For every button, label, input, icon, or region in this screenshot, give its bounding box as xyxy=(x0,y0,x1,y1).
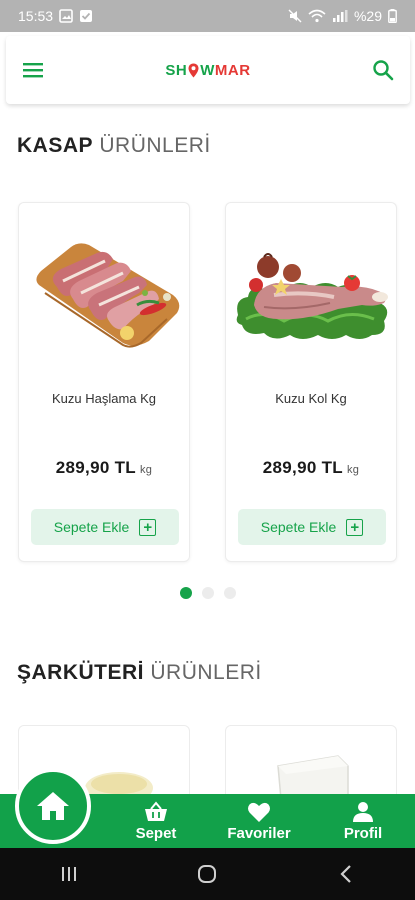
price-unit: kg xyxy=(346,464,360,476)
section-title-kasap: KASAP ÜRÜNLERİ xyxy=(17,134,211,158)
plus-icon: + xyxy=(139,518,157,536)
circle-home-icon xyxy=(198,865,217,883)
menu-button[interactable] xyxy=(20,57,46,83)
nav-item-favoriler[interactable]: Favoriler xyxy=(214,797,304,845)
logo-text-part2: W xyxy=(200,61,215,79)
product-price: 289,90 TL kg xyxy=(226,458,396,478)
search-icon xyxy=(373,60,394,81)
section-title-sarkuteri: ŞARKÜTERİ ÜRÜNLERİ xyxy=(17,661,262,685)
section-title-light: ÜRÜNLERİ xyxy=(150,661,262,684)
carousel-pagination xyxy=(0,587,415,599)
basket-icon xyxy=(145,800,167,821)
add-to-cart-button[interactable]: Sepete Ekle + xyxy=(31,509,179,545)
section-title-light: ÜRÜNLERİ xyxy=(99,134,211,157)
gallery-notification-icon xyxy=(59,9,73,23)
wifi-icon xyxy=(308,9,326,23)
mute-icon xyxy=(288,9,302,23)
battery-icon xyxy=(388,9,397,23)
system-home-button[interactable] xyxy=(187,854,227,894)
back-button[interactable] xyxy=(326,854,366,894)
nav-label: Sepet xyxy=(135,824,177,842)
price-value: 289,90 TL xyxy=(55,458,136,477)
product-price: 289,90 TL kg xyxy=(19,458,189,478)
pagination-dot[interactable] xyxy=(223,587,236,599)
signal-icon xyxy=(332,9,348,23)
nav-item-sepet[interactable]: Sepet xyxy=(111,797,201,845)
back-chevron-icon xyxy=(340,865,351,883)
product-card[interactable]: Kuzu Kol Kg 289,90 TL kg Sepete Ekle + xyxy=(225,202,397,562)
heart-icon xyxy=(248,802,270,822)
section-title-strong: KASAP xyxy=(17,134,94,157)
hamburger-menu-icon xyxy=(23,63,43,78)
price-value: 289,90 TL xyxy=(262,458,343,477)
status-time: 15:53 xyxy=(18,8,54,24)
app-header: SH W MAR xyxy=(6,36,410,104)
add-to-cart-label: Sepete Ekle xyxy=(260,519,337,535)
brand-logo[interactable]: SH W MAR xyxy=(165,62,250,79)
add-to-cart-label: Sepete Ekle xyxy=(53,519,130,535)
nav-label: Favoriler xyxy=(227,824,291,842)
status-bar: 15:53 %29 xyxy=(0,0,415,32)
recent-apps-button[interactable] xyxy=(49,854,89,894)
pagination-dot[interactable] xyxy=(179,587,192,599)
section-title-strong: ŞARKÜTERİ xyxy=(17,661,145,684)
recent-apps-icon xyxy=(62,867,77,881)
product-name[interactable]: Kuzu Kol Kg xyxy=(226,391,396,406)
location-pin-icon xyxy=(188,63,199,78)
add-to-cart-button[interactable]: Sepete Ekle + xyxy=(238,509,386,545)
product-image-kuzu-kol[interactable] xyxy=(234,229,390,353)
home-icon xyxy=(37,792,69,820)
battery-percent: %29 xyxy=(353,8,382,24)
user-icon xyxy=(353,801,373,822)
product-image-kuzu-haslama[interactable] xyxy=(27,229,183,353)
system-navigation-bar xyxy=(0,848,415,900)
nav-item-profil[interactable]: Profil xyxy=(318,797,408,845)
product-name[interactable]: Kuzu Haşlama Kg xyxy=(19,391,189,406)
status-left: 15:53 xyxy=(18,8,93,24)
pagination-dot[interactable] xyxy=(201,587,214,599)
search-button[interactable] xyxy=(370,57,396,83)
plus-icon: + xyxy=(346,518,364,536)
check-notification-icon xyxy=(79,9,93,23)
nav-label: Profil xyxy=(343,824,383,842)
price-unit: kg xyxy=(139,464,153,476)
logo-text-part3: MAR xyxy=(214,61,251,79)
product-card[interactable]: Kuzu Haşlama Kg 289,90 TL kg Sepete Ekle … xyxy=(18,202,190,562)
logo-text-part1: SH xyxy=(165,61,188,79)
home-button[interactable] xyxy=(15,768,91,844)
status-right: %29 xyxy=(288,8,397,24)
